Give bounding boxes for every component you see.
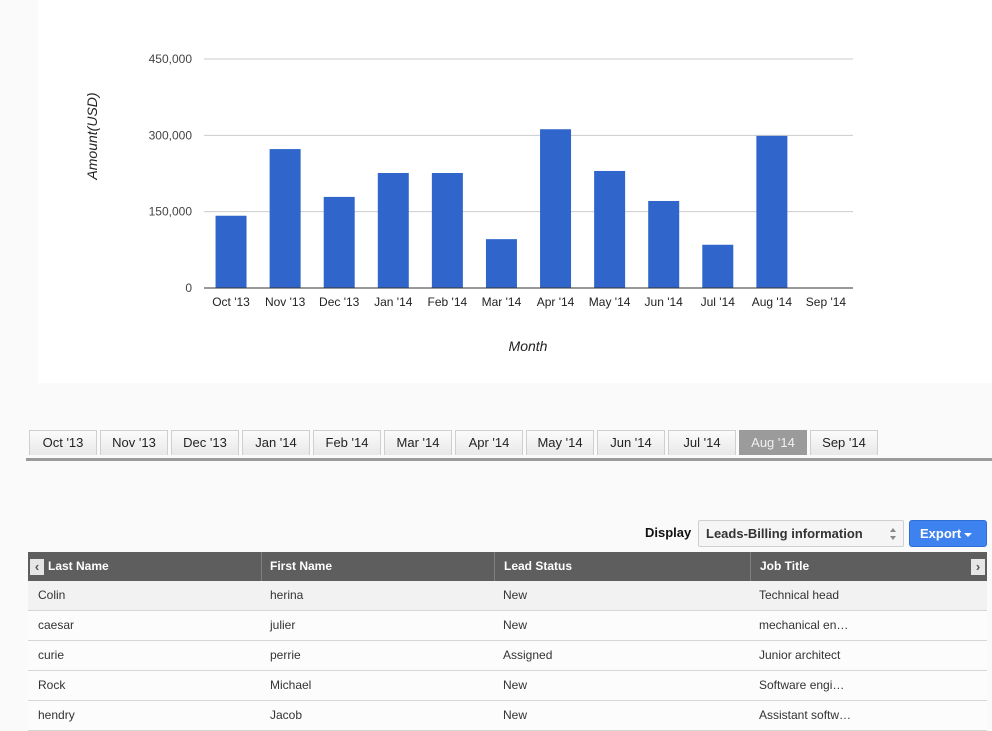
column-header-lead-status[interactable]: Lead Status: [495, 552, 751, 581]
leads-grid: ‹ Last Name First Name Lead Status Job T…: [28, 552, 987, 731]
column-header-label: Lead Status: [504, 559, 573, 573]
bar: [540, 129, 572, 288]
display-select-value: Leads-Billing information: [706, 526, 863, 541]
table-cell: curie: [38, 648, 65, 662]
month-tab[interactable]: Sep '14: [810, 430, 878, 455]
x-tick-label: Apr '14: [537, 295, 575, 309]
x-tick-label: Jan '14: [374, 295, 413, 309]
x-tick-label: Mar '14: [482, 295, 522, 309]
display-label: Display: [645, 525, 692, 540]
month-tabs: Oct '13 Nov '13 Dec '13 Jan '14 Feb '14 Mar '…: [26, 430, 992, 461]
export-label: Export: [920, 526, 962, 541]
bar: [756, 135, 788, 288]
x-tick-label: Sep '14: [806, 295, 847, 309]
month-tab[interactable]: Apr '14: [455, 430, 523, 455]
column-header-label: Last Name: [48, 559, 109, 573]
grid-header: ‹ Last Name First Name Lead Status Job T…: [28, 552, 987, 581]
bar: [594, 170, 626, 288]
table-cell: Rock: [38, 678, 66, 692]
y-tick-label: 300,000: [149, 128, 193, 142]
month-tab[interactable]: Mar '14: [384, 430, 452, 455]
table-cell: New: [503, 588, 528, 602]
table-row[interactable]: caesar julier New mechanical en…: [28, 611, 987, 641]
bar: [215, 215, 247, 288]
x-tick-label: Aug '14: [752, 295, 793, 309]
bar: [702, 244, 734, 288]
column-header-first-name[interactable]: First Name: [262, 552, 495, 581]
month-tab[interactable]: Jul '14: [668, 430, 736, 455]
column-header-label: First Name: [270, 559, 333, 573]
table-cell: Assistant softw…: [759, 708, 852, 722]
table-cell: Junior architect: [759, 648, 841, 662]
month-tab[interactable]: Jan '14: [242, 430, 310, 455]
table-cell: Assigned: [503, 648, 553, 662]
x-tick-label: Dec '13: [319, 295, 360, 309]
month-tab[interactable]: Jun '14: [597, 430, 665, 455]
bar: [648, 200, 680, 288]
month-tab[interactable]: Aug '14: [739, 430, 807, 455]
grid-body: Colin herina New Technical head caesar julier…: [28, 581, 987, 731]
x-tick-label: May '14: [589, 295, 631, 309]
bar: [485, 239, 517, 288]
x-axis-title: Month: [509, 338, 548, 354]
x-tick-label: Feb '14: [428, 295, 468, 309]
table-cell: Technical head: [759, 588, 840, 602]
column-header-label: Job Title: [760, 559, 810, 573]
x-tick-label: Nov '13: [265, 295, 306, 309]
table-cell: caesar: [38, 618, 75, 632]
x-tick-label: Oct '13: [212, 295, 250, 309]
month-tab[interactable]: Dec '13: [171, 430, 239, 455]
column-header-job-title[interactable]: Job Title: [751, 552, 987, 581]
table-cell: perrie: [270, 648, 301, 662]
bar: [431, 172, 463, 288]
month-tab[interactable]: Nov '13: [100, 430, 168, 455]
y-tick-label: 450,000: [149, 52, 193, 66]
table-cell: New: [503, 708, 528, 722]
table-cell: hendry: [38, 708, 75, 722]
month-tab[interactable]: May '14: [526, 430, 594, 455]
y-tick-label: 0: [185, 281, 192, 295]
chart-panel: 0 150,000 300,000 450,000 Oct '13 Nov '13 Dec …: [38, 0, 992, 383]
table-cell: New: [503, 618, 528, 632]
x-tick-label: Jun '14: [645, 295, 684, 309]
table-cell: Michael: [270, 678, 312, 692]
scroll-right-icon[interactable]: ›: [971, 559, 985, 575]
column-header-last-name[interactable]: Last Name: [28, 552, 262, 581]
table-row[interactable]: hendry Jacob New Assistant softw…: [28, 701, 987, 731]
table-cell: Jacob: [270, 708, 303, 722]
table-cell: mechanical en…: [759, 618, 849, 632]
select-arrows-icon: [890, 528, 896, 540]
table-cell: herina: [270, 588, 304, 602]
table-cell: New: [503, 678, 528, 692]
table-cell: Software engi…: [759, 678, 845, 692]
month-tab[interactable]: Feb '14: [313, 430, 381, 455]
y-tick-label: 150,000: [149, 205, 193, 219]
table-row[interactable]: Colin herina New Technical head: [28, 581, 987, 611]
table-cell: julier: [270, 618, 296, 632]
table-row[interactable]: curie perrie Assigned Junior architect: [28, 641, 987, 671]
month-tab[interactable]: Oct '13: [29, 430, 97, 455]
x-tick-label: Jul '14: [701, 295, 736, 309]
caret-down-icon: [964, 533, 972, 537]
table-cell: Colin: [38, 588, 66, 602]
bar: [323, 196, 355, 288]
bar: [377, 172, 409, 288]
bar: [269, 149, 301, 288]
export-button[interactable]: Export: [909, 520, 987, 547]
display-select[interactable]: Leads-Billing information: [698, 520, 904, 547]
bar-chart: 0 150,000 300,000 450,000 Oct '13 Nov '13 Dec …: [84, 52, 853, 354]
table-row[interactable]: Rock Michael New Software engi…: [28, 671, 987, 701]
y-axis-title: Amount(USD): [84, 92, 100, 180]
